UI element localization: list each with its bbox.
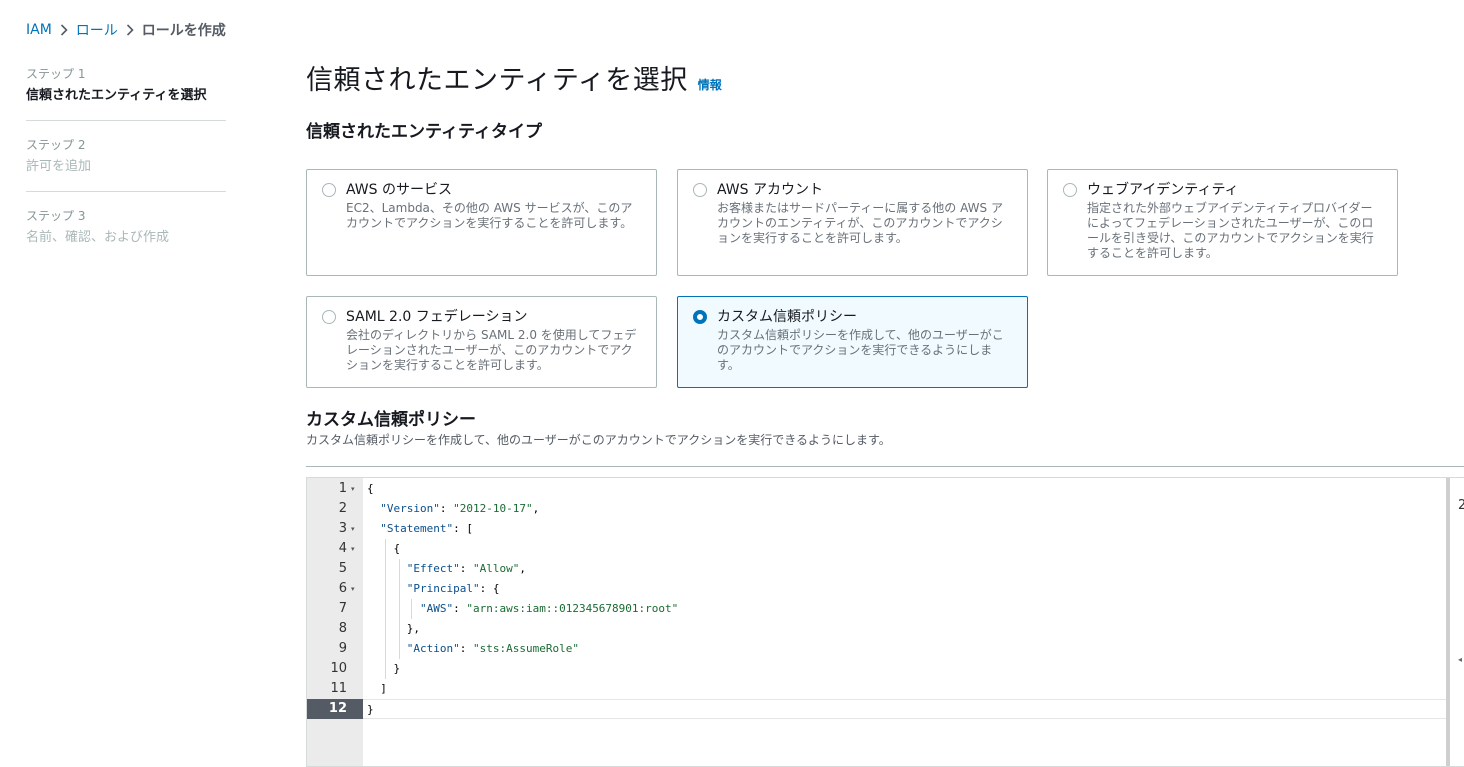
create-role-page: IAM ロール ロールを作成 ステップ 1 信頼されたエンティティを選択 ステッ… (0, 0, 1464, 767)
line-number: 11 (330, 681, 347, 696)
step-number: ステップ 1 (26, 67, 86, 81)
radio-button[interactable] (322, 183, 336, 197)
line-number: 7 (338, 601, 347, 616)
tile-label: SAML 2.0 フェデレーション (346, 309, 528, 325)
fold-toggle-icon[interactable]: ▾ (351, 479, 361, 499)
step-title: 許可を追加 (26, 159, 92, 174)
policy-json-editor[interactable]: 1 ▾ 2 3 ▾ 4 ▾ 5 6 ▾ 7 8 9 10 11 12 { "Version": "2012-1… (306, 477, 1464, 767)
code-line[interactable]: "Action": "sts:AssumeRole" (363, 639, 1446, 659)
fold-toggle-icon[interactable]: ▾ (351, 539, 361, 559)
step-title: 名前、確認、および作成 (26, 230, 170, 245)
wizard-steps: ステップ 1 信頼されたエンティティを選択 ステップ 2 許可を追加 ステップ … (26, 66, 226, 248)
custom-policy-description: カスタム信頼ポリシーを作成して、他のユーザーがこのアカウントでアクションを実行で… (306, 433, 891, 447)
radio-button[interactable] (693, 183, 707, 197)
step-divider (26, 191, 226, 192)
code-line[interactable]: "Version": "2012-10-17", (363, 499, 1446, 519)
code-line[interactable]: "Statement": [ (363, 519, 1446, 539)
fold-toggle-icon[interactable]: ▾ (351, 579, 361, 599)
line-number: 10 (330, 661, 347, 676)
line-number: 2 (338, 501, 347, 516)
tile-description: EC2、Lambda、その他の AWS サービスが、このアカウントでアクションを… (346, 201, 633, 230)
line-number: 9 (338, 641, 347, 656)
code-line[interactable]: "Effect": "Allow", (363, 559, 1446, 579)
breadcrumb-iam-link[interactable]: IAM (26, 22, 52, 38)
side-panel-marker: 2 (1458, 498, 1464, 513)
radio-button[interactable] (1063, 183, 1077, 197)
editor-code-area[interactable]: { "Version": "2012-10-17", "Statement": … (363, 478, 1446, 766)
step-title: 信頼されたエンティティを選択 (26, 88, 207, 103)
code-line[interactable]: ] (363, 679, 1446, 699)
code-line[interactable]: } (363, 659, 1446, 679)
editor-scrollbar[interactable] (1446, 478, 1450, 766)
code-line[interactable]: "Principal": { (363, 579, 1446, 599)
indent-guide (399, 559, 400, 659)
tile-custom-trust-policy[interactable]: カスタム信頼ポリシー カスタム信頼ポリシーを作成して、他のユーザーがこのアカウン… (677, 296, 1028, 388)
wizard-step-1: ステップ 1 信頼されたエンティティを選択 (26, 66, 226, 106)
side-panel-arrow-icon: ◂ (1458, 655, 1463, 664)
code-line[interactable]: }, (363, 619, 1446, 639)
custom-policy-heading: カスタム信頼ポリシー (306, 410, 476, 430)
radio-button[interactable] (322, 310, 336, 324)
tile-aws-service[interactable]: AWS のサービス EC2、Lambda、その他の AWS サービスが、このアカ… (306, 169, 657, 276)
chevron-right-icon (52, 24, 76, 36)
code-line[interactable]: { (363, 479, 1446, 499)
breadcrumb-current: ロールを作成 (141, 23, 226, 39)
fold-toggle-icon[interactable]: ▾ (351, 519, 361, 539)
tile-aws-account[interactable]: AWS アカウント お客様またはサードパーティーに属する他の AWS アカウント… (677, 169, 1028, 276)
tile-description: カスタム信頼ポリシーを作成して、他のユーザーがこのアカウントでアクションを実行で… (717, 328, 1004, 372)
info-link[interactable]: 情報 (698, 76, 722, 93)
step-number: ステップ 3 (26, 209, 86, 223)
tile-description: 指定された外部ウェブアイデンティティプロバイダーによってフェデレーションされたユ… (1087, 201, 1374, 260)
step-number: ステップ 2 (26, 138, 86, 152)
divider (306, 466, 1464, 467)
page-title: 信頼されたエンティティを選択 (306, 65, 688, 96)
tile-label: ウェブアイデンティティ (1087, 182, 1239, 198)
tile-label: AWS のサービス (346, 182, 452, 198)
editor-gutter: 1 ▾ 2 3 ▾ 4 ▾ 5 6 ▾ 7 8 9 10 11 12 (307, 478, 363, 766)
line-number: 5 (338, 561, 347, 576)
code-line[interactable]: } (363, 699, 1446, 719)
tile-label: カスタム信頼ポリシー (717, 309, 857, 325)
tile-label: AWS アカウント (717, 182, 823, 198)
breadcrumb: IAM ロール ロールを作成 (26, 20, 226, 40)
breadcrumb-roles-link[interactable]: ロール (76, 20, 118, 40)
chevron-right-icon (118, 24, 142, 36)
line-number: 12 (307, 699, 363, 719)
line-number: 8 (338, 621, 347, 636)
tile-description: お客様またはサードパーティーに属する他の AWS アカウントのエンティティが、こ… (717, 201, 1003, 245)
page-header: 信頼されたエンティティを選択 情報 (306, 58, 722, 97)
code-line[interactable]: { (363, 539, 1446, 559)
code-line[interactable]: "AWS": "arn:aws:iam::012345678901:root" (363, 599, 1446, 619)
tile-description: 会社のディレクトリから SAML 2.0 を使用してフェデレーションされたユーザ… (346, 328, 637, 372)
tile-web-identity[interactable]: ウェブアイデンティティ 指定された外部ウェブアイデンティティプロバイダーによって… (1047, 169, 1398, 276)
step-divider (26, 120, 226, 121)
radio-button-selected[interactable] (693, 310, 707, 324)
wizard-step-3: ステップ 3 名前、確認、および作成 (26, 208, 226, 248)
indent-guide (411, 599, 412, 619)
indent-guide (385, 539, 386, 679)
tile-saml-federation[interactable]: SAML 2.0 フェデレーション 会社のディレクトリから SAML 2.0 を… (306, 296, 657, 388)
entity-type-heading: 信頼されたエンティティタイプ (306, 122, 542, 142)
wizard-step-2: ステップ 2 許可を追加 (26, 137, 226, 177)
